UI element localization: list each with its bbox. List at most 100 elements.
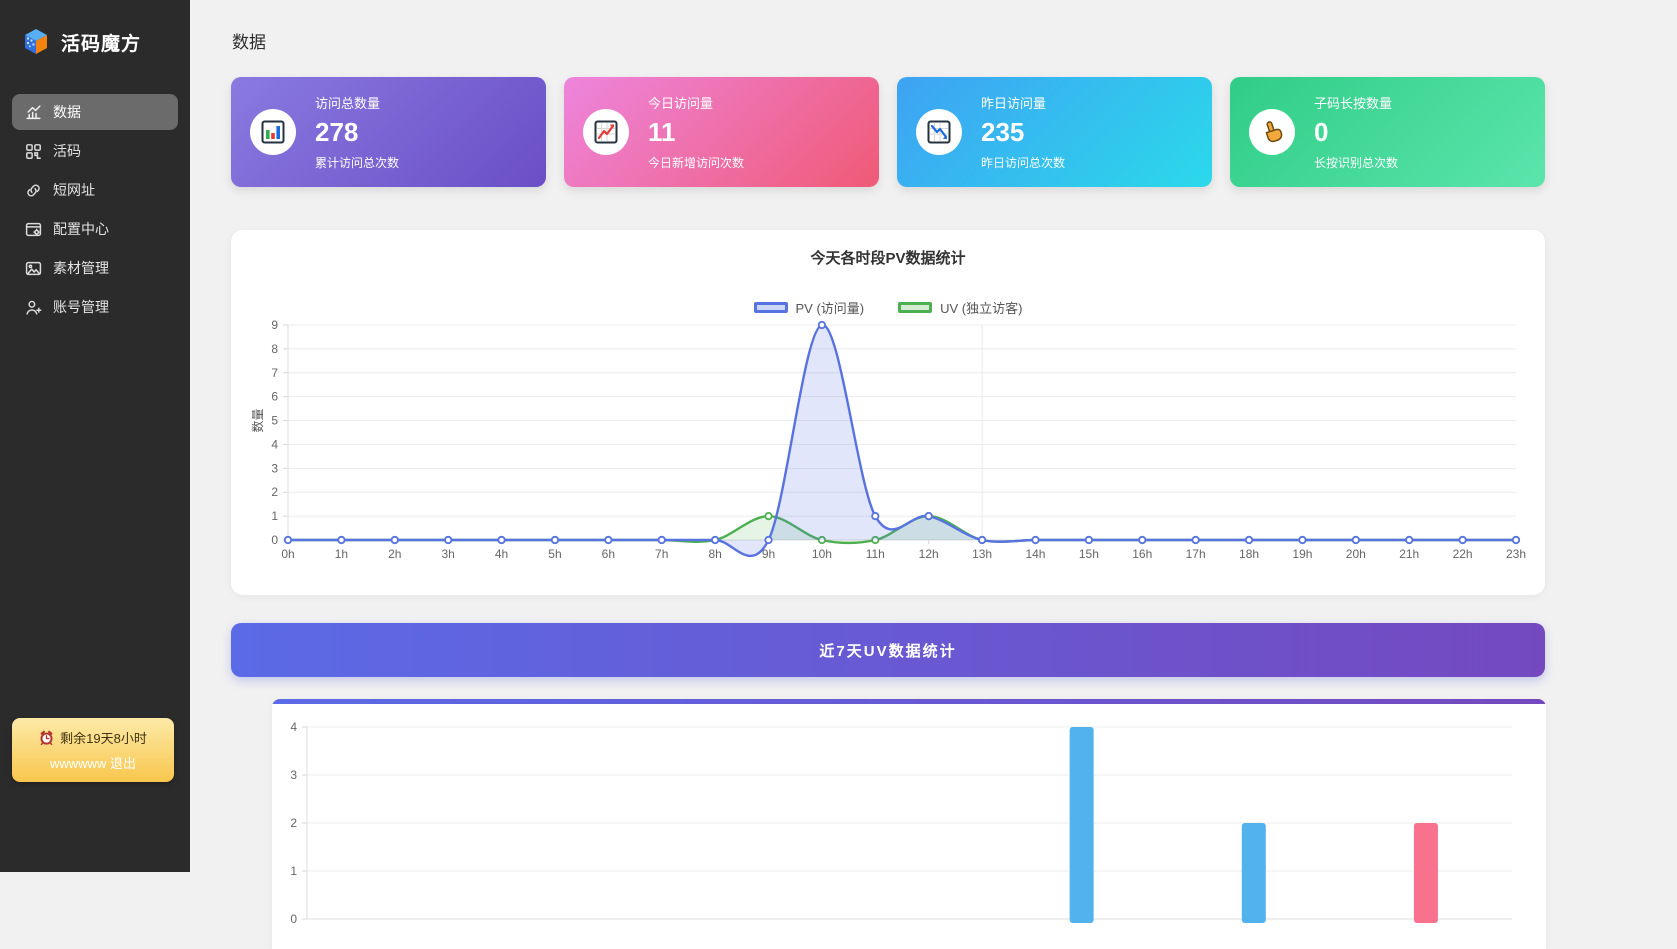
stat-card-longpress: 子码长按数量 0 长按识别总次数 (1230, 77, 1545, 187)
uv-legend-swatch (898, 302, 932, 313)
svg-text:12h: 12h (919, 547, 939, 561)
stat-subtitle: 长按识别总次数 (1314, 154, 1398, 171)
svg-text:3h: 3h (441, 547, 454, 561)
svg-text:6: 6 (271, 390, 278, 404)
stat-icon-circle (1249, 109, 1295, 155)
sidebar-item-label: 配置中心 (53, 219, 109, 239)
pv-chart-title: 今天各时段PV数据统计 (231, 247, 1545, 268)
sidebar-item-material[interactable]: 素材管理 (12, 250, 178, 286)
svg-text:数量: 数量 (250, 408, 265, 432)
sidebar-item-label: 数据 (53, 102, 81, 122)
svg-text:22h: 22h (1453, 547, 1473, 561)
svg-text:8: 8 (271, 342, 278, 356)
data-chart-icon (25, 104, 42, 121)
legend-item-pv[interactable]: PV (访问量) (754, 298, 865, 317)
stat-card-total-visits: 访问总数量 278 累计访问总次数 (231, 77, 546, 187)
svg-text:23h: 23h (1506, 547, 1526, 561)
pointing-hand-icon (1259, 119, 1285, 145)
svg-text:2h: 2h (388, 547, 401, 561)
svg-text:2: 2 (271, 485, 278, 499)
svg-text:15h: 15h (1079, 547, 1099, 561)
stat-subtitle: 昨日访问总次数 (981, 154, 1065, 171)
sidebar-item-label: 短网址 (53, 180, 95, 200)
expire-time: 剩余19天8小时 (16, 728, 170, 747)
expire-time-text: 剩余19天8小时 (60, 728, 147, 747)
username-text: wwwwww (50, 756, 106, 771)
uv-bar-chart: 4 3 2 1 0 (272, 704, 1546, 949)
uv-section-header: 近7天UV数据统计 (231, 623, 1545, 677)
svg-text:19h: 19h (1292, 547, 1312, 561)
user-add-icon (25, 299, 42, 316)
stat-icon-circle (250, 109, 296, 155)
pv-legend-swatch (754, 302, 788, 313)
sidebar-item-livecode[interactable]: 活码 (12, 133, 178, 169)
svg-text:10h: 10h (812, 547, 832, 561)
logout-link[interactable]: 退出 (110, 756, 136, 771)
main-content: 数据 访问总数量 278 累计访问总次数 (190, 0, 1545, 949)
sidebar: 活码魔方 数据 活码 短网址 (0, 0, 190, 872)
uv-bar-chart-card: 4 3 2 1 0 (272, 699, 1546, 949)
sidebar-item-shorturl[interactable]: 短网址 (12, 172, 178, 208)
svg-text:14h: 14h (1025, 547, 1045, 561)
pv-legend-label: PV (访问量) (796, 298, 865, 317)
stat-cards-row: 访问总数量 278 累计访问总次数 今日访问量 11 今日新增访问次数 (231, 77, 1545, 187)
svg-text:5: 5 (271, 414, 278, 428)
link-icon (25, 182, 42, 199)
sidebar-item-account[interactable]: 账号管理 (12, 289, 178, 325)
cube-logo-icon (20, 26, 52, 58)
sidebar-item-config[interactable]: 配置中心 (12, 211, 178, 247)
svg-text:4: 4 (290, 720, 297, 734)
stat-value: 278 (315, 117, 399, 148)
svg-text:7h: 7h (655, 547, 668, 561)
stat-title: 子码长按数量 (1314, 93, 1398, 112)
svg-text:0: 0 (290, 912, 297, 926)
sidebar-item-label: 活码 (53, 141, 81, 161)
stat-card-today-visits: 今日访问量 11 今日新增访问次数 (564, 77, 879, 187)
svg-text:4: 4 (271, 437, 278, 451)
sidebar-item-data[interactable]: 数据 (12, 94, 178, 130)
sidebar-item-label: 账号管理 (53, 297, 109, 317)
stat-icon-circle (916, 109, 962, 155)
qr-code-icon (25, 143, 42, 160)
chart-up-icon (593, 119, 619, 145)
stat-card-yesterday-visits: 昨日访问量 235 昨日访问总次数 (897, 77, 1212, 187)
svg-text:6h: 6h (602, 547, 615, 561)
stat-icon-circle (583, 109, 629, 155)
svg-text:3: 3 (290, 768, 297, 782)
svg-text:11h: 11h (866, 547, 885, 561)
svg-text:8h: 8h (708, 547, 721, 561)
stat-value: 235 (981, 117, 1065, 148)
svg-text:0h: 0h (281, 547, 294, 561)
svg-text:9: 9 (271, 318, 278, 332)
stat-subtitle: 累计访问总次数 (315, 154, 399, 171)
account-row: wwwwww 退出 (16, 753, 170, 772)
svg-text:2: 2 (290, 816, 297, 830)
svg-text:1: 1 (271, 509, 278, 523)
page-title: 数据 (232, 28, 1545, 53)
svg-text:21h: 21h (1399, 547, 1419, 561)
svg-text:3: 3 (271, 461, 278, 475)
svg-text:4h: 4h (495, 547, 508, 561)
pv-chart-card: 今天各时段PV数据统计 PV (访问量) UV (独立访客) 0 1 2 3 4 5 6 7 8… (231, 230, 1545, 595)
svg-text:0: 0 (271, 533, 278, 547)
legend-item-uv[interactable]: UV (独立访客) (898, 298, 1022, 317)
svg-text:16h: 16h (1132, 547, 1152, 561)
svg-text:1: 1 (290, 864, 297, 878)
sidebar-menu: 数据 活码 短网址 配置中心 (0, 94, 190, 325)
image-icon (25, 260, 42, 277)
stat-title: 今日访问量 (648, 93, 744, 112)
bar-chart-icon (260, 119, 286, 145)
sidebar-item-label: 素材管理 (53, 258, 109, 278)
logo-text: 活码魔方 (61, 29, 141, 56)
stat-value: 11 (648, 117, 744, 148)
svg-text:13h: 13h (972, 547, 992, 561)
svg-text:17h: 17h (1186, 547, 1206, 561)
svg-text:5h: 5h (548, 547, 561, 561)
uv-section-title: 近7天UV数据统计 (819, 640, 956, 661)
svg-text:18h: 18h (1239, 547, 1259, 561)
expire-notice-card: 剩余19天8小时 wwwwww 退出 (12, 718, 174, 782)
stat-value: 0 (1314, 117, 1398, 148)
uv-legend-label: UV (独立访客) (940, 298, 1022, 317)
svg-text:7: 7 (271, 366, 278, 380)
stat-subtitle: 今日新增访问次数 (648, 154, 744, 171)
